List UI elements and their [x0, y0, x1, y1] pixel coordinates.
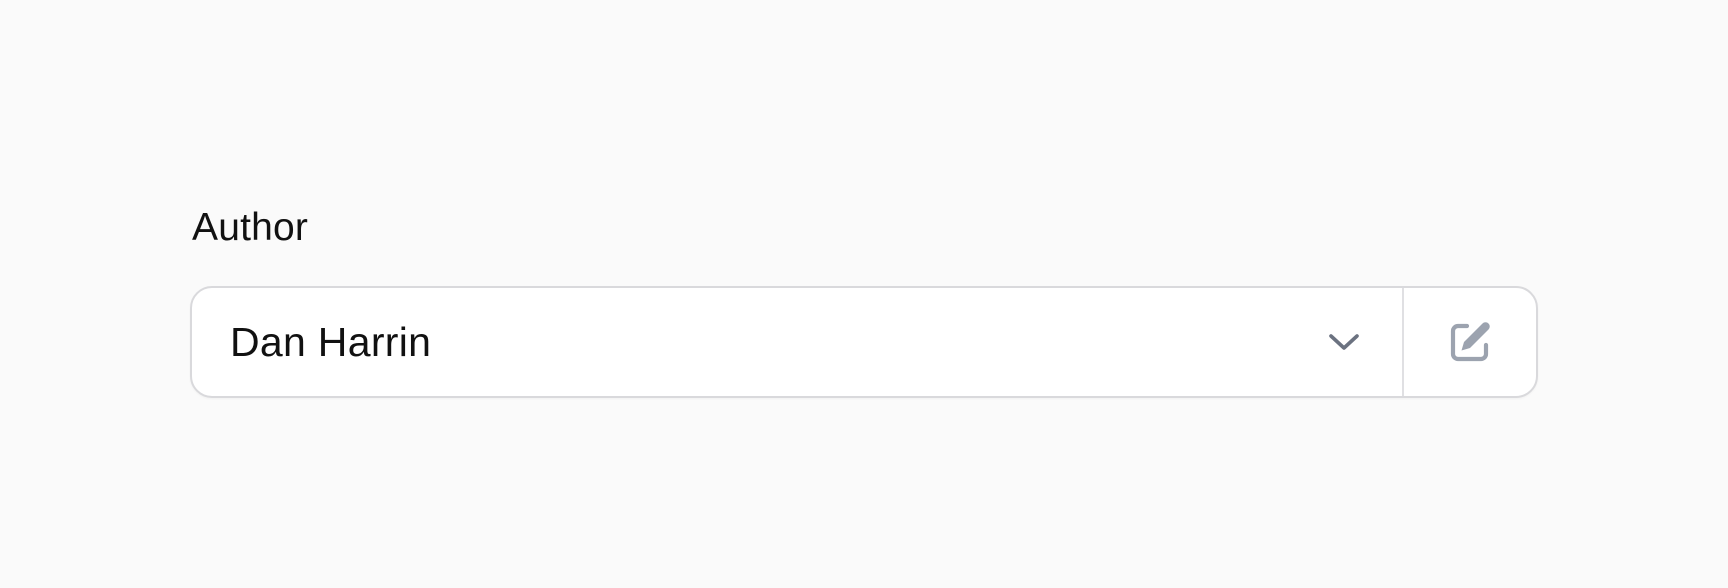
edit-option-button[interactable] [1404, 288, 1536, 396]
field-label: Author [192, 206, 309, 249]
selected-value: Dan Harrin [230, 318, 432, 365]
author-select-wrapper: Dan Harrin [190, 286, 1538, 398]
pencil-square-icon [1445, 317, 1495, 367]
author-select[interactable]: Dan Harrin [192, 288, 1402, 396]
author-field: Author Dan Harrin [190, 202, 1538, 398]
chevron-down-icon [1326, 324, 1362, 360]
